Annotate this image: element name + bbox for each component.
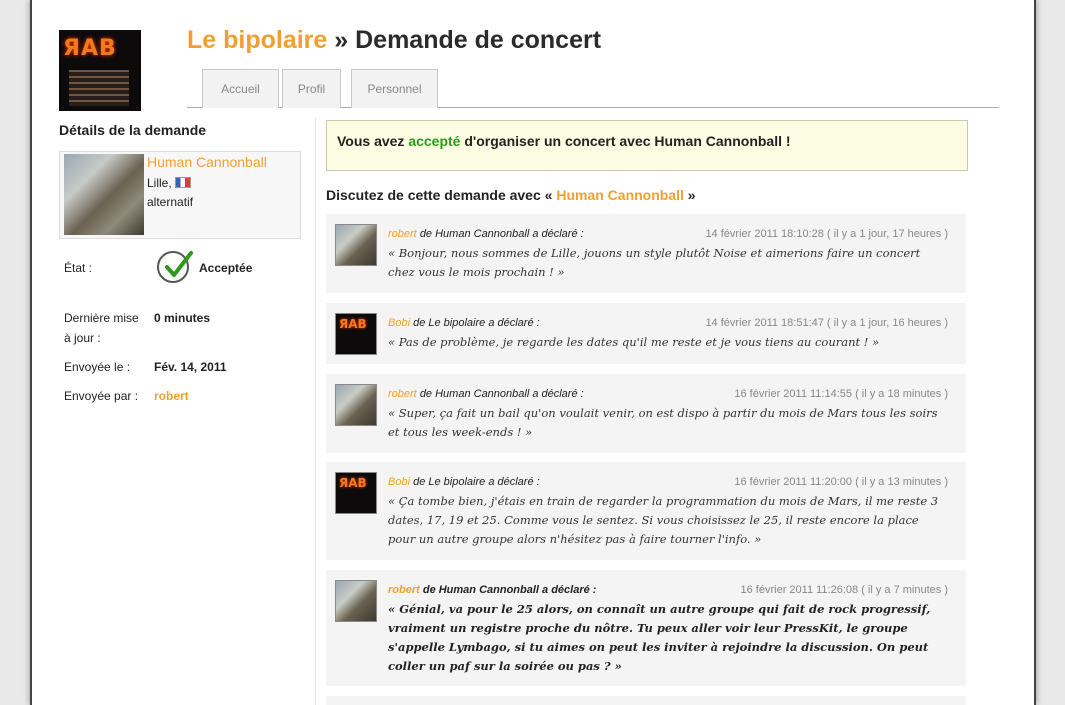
band-location: Lille, xyxy=(147,176,191,190)
tab-accueil[interactable]: Accueil xyxy=(202,69,279,108)
venue-avatar[interactable]: ЯAB xyxy=(335,472,377,514)
tab-profil[interactable]: Profil xyxy=(282,69,341,108)
tab-personnel[interactable]: Personnel xyxy=(351,69,438,108)
band-genre: alternatif xyxy=(147,195,194,209)
last-update-label-line1: Dernière mise xyxy=(64,311,139,325)
message-text: « Bonjour, nous sommes de Lille, jouons … xyxy=(388,246,921,279)
sent-date-value: Fév. 14, 2011 xyxy=(154,360,227,374)
sent-date-label: Envoyée le : xyxy=(64,360,131,374)
message-author-link[interactable]: Bobi xyxy=(388,317,410,329)
message-from: de Le bipolaire a déclaré : xyxy=(413,317,540,329)
message-item-partial xyxy=(326,696,966,705)
message-item: robert de Human Cannonball a déclaré : 1… xyxy=(326,214,966,293)
sent-by-link[interactable]: robert xyxy=(154,389,189,403)
accepted-check-icon xyxy=(157,251,193,283)
band-avatar[interactable] xyxy=(335,224,377,266)
message-date: 16 février 2011 11:20:00 ( il y a 13 min… xyxy=(734,476,948,488)
last-update-value: 0 minutes xyxy=(154,311,211,325)
tab-bar: Accueil Profil Personnel xyxy=(187,69,999,108)
message-author-link[interactable]: Bobi xyxy=(388,476,410,488)
message-date: 16 février 2011 11:26:08 ( il y a 7 minu… xyxy=(740,584,948,596)
column-divider xyxy=(315,118,316,705)
venue-avatar-text: ЯAB xyxy=(339,476,367,490)
last-update-label: Dernière mise à jour : xyxy=(64,308,139,348)
page-container: ЯAB Le bipolaire » Demande de concert Ac… xyxy=(30,0,1036,705)
discussion-band-link[interactable]: Human Cannonball xyxy=(556,187,684,203)
message-header: robert de Human Cannonball a déclaré : xyxy=(388,388,584,400)
message-from: de Human Cannonball a déclaré : xyxy=(422,584,597,596)
discussion-title: Discutez de cette demande avec « Human C… xyxy=(326,187,696,203)
band-card: Human Cannonball Lille, alternatif xyxy=(59,151,301,239)
message-header: Bobi de Le bipolaire a déclaré : xyxy=(388,476,540,488)
accepted-notice: Vous avez accepté d'organiser un concert… xyxy=(326,120,968,171)
discussion-title-before: Discutez de cette demande avec « xyxy=(326,187,553,203)
page-name: Demande de concert xyxy=(355,26,602,54)
message-header: robert de Human Cannonball a déclaré : xyxy=(388,228,584,240)
france-flag-icon xyxy=(174,177,191,188)
band-avatar[interactable] xyxy=(335,580,377,622)
message-author-link[interactable]: robert xyxy=(388,228,417,240)
message-date: 16 février 2011 11:14:55 ( il y a 18 min… xyxy=(734,388,948,400)
last-update-label-line2: à jour : xyxy=(64,331,101,345)
venue-avatar[interactable]: ЯAB xyxy=(335,313,377,355)
site-name-link[interactable]: Le bipolaire xyxy=(187,26,327,54)
message-text: « Ça tombe bien, j'étais en train de reg… xyxy=(388,494,939,546)
state-label: État : xyxy=(64,261,93,275)
message-header: Bobi de Le bipolaire a déclaré : xyxy=(388,317,540,329)
message-text: « Génial, va pour le 25 alors, on connaî… xyxy=(388,602,931,673)
venue-avatar-text: ЯAB xyxy=(339,317,367,331)
message-item: robert de Human Cannonball a déclaré : 1… xyxy=(326,570,966,686)
page-title: Le bipolaire » Demande de concert xyxy=(187,26,601,55)
title-separator: » xyxy=(334,26,349,54)
band-photo[interactable] xyxy=(64,154,144,235)
message-author-link[interactable]: robert xyxy=(388,584,420,596)
band-avatar[interactable] xyxy=(335,384,377,426)
logo-text: ЯAB xyxy=(63,36,117,61)
discussion-title-after: » xyxy=(687,187,696,203)
message-text: « Super, ça fait un bail qu'on voulait v… xyxy=(388,406,938,439)
venue-logo[interactable]: ЯAB xyxy=(59,30,141,111)
logo-decoration xyxy=(69,70,129,106)
band-name-link[interactable]: Human Cannonball xyxy=(147,154,267,170)
message-item: ЯAB Bobi de Le bipolaire a déclaré : 14 … xyxy=(326,303,966,364)
notice-text-before: Vous avez xyxy=(337,133,405,149)
sidebar-title: Détails de la demande xyxy=(59,122,207,138)
message-from: de Human Cannonball a déclaré : xyxy=(419,388,584,400)
message-header: robert de Human Cannonball a déclaré : xyxy=(388,584,596,596)
message-date: 14 février 2011 18:10:28 ( il y a 1 jour… xyxy=(705,228,948,240)
message-text: « Pas de problème, je regarde les dates … xyxy=(388,335,880,349)
message-from: de Le bipolaire a déclaré : xyxy=(413,476,540,488)
notice-text-after: d'organiser un concert avec Human Cannon… xyxy=(464,133,791,149)
message-date: 14 février 2011 18:51:47 ( il y a 1 jour… xyxy=(705,317,948,329)
message-author-link[interactable]: robert xyxy=(388,388,417,400)
message-from: de Human Cannonball a déclaré : xyxy=(419,228,584,240)
state-value: Acceptée xyxy=(199,261,253,275)
message-item: ЯAB Bobi de Le bipolaire a déclaré : 16 … xyxy=(326,462,966,560)
message-item: robert de Human Cannonball a déclaré : 1… xyxy=(326,374,966,453)
band-city: Lille, xyxy=(147,176,172,190)
sent-by-label: Envoyée par : xyxy=(64,389,139,403)
notice-status: accepté xyxy=(408,133,461,149)
